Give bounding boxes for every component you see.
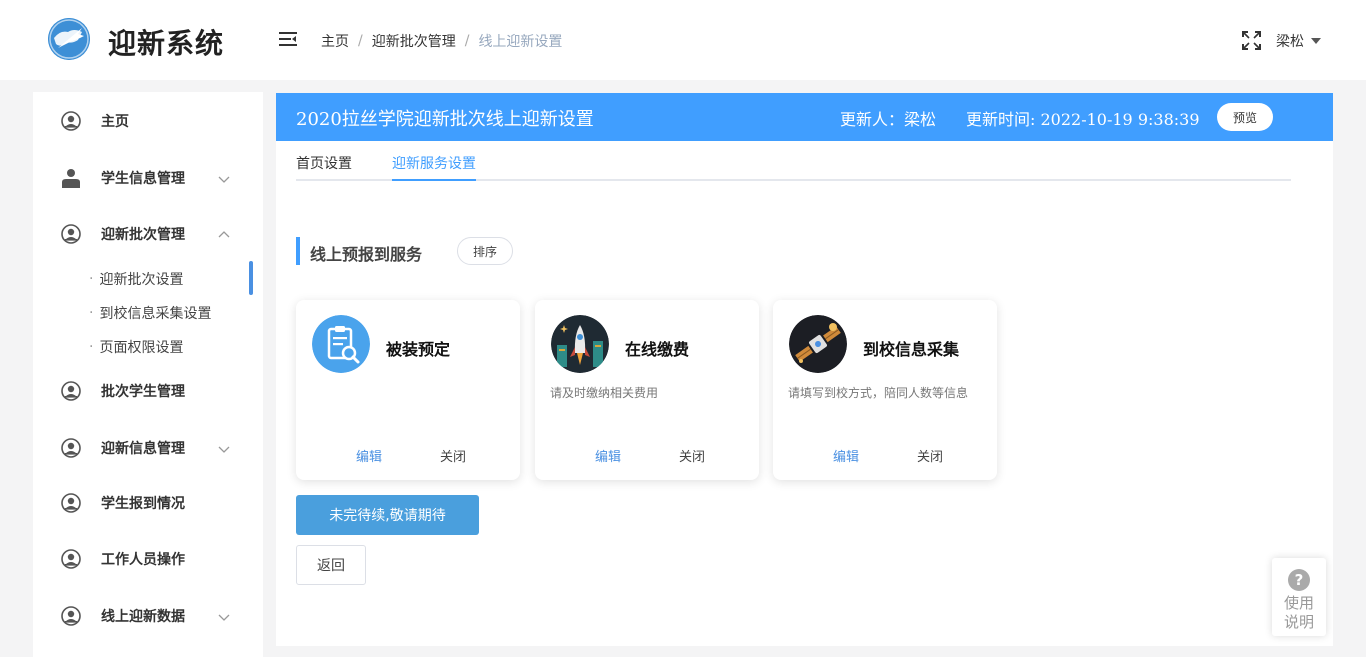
banner-updater: 更新人：梁松 [840,110,937,129]
card-title: 到校信息采集 [863,340,960,359]
sidebar-item-batch-students[interactable]: 批次学生管理 [33,371,263,411]
sidebar-item-online-data[interactable]: 线上迎新数据 [33,596,263,636]
coming-soon-button[interactable]: 未完待续,敬请期待 [296,495,479,535]
chevron-up-icon [217,227,231,241]
rocket-city-icon [551,315,609,373]
sidebar-item-label: 批次学生管理 [101,384,185,400]
fullscreen-icon[interactable] [1242,31,1261,50]
breadcrumb-batch-management[interactable]: 迎新批次管理 [372,31,456,51]
sidebar-item-staff-operations[interactable]: 工作人员操作 [33,539,263,579]
app-title: 迎新系统 [108,27,225,60]
sidebar-item-batch-management[interactable]: 迎新批次管理 [33,214,263,254]
sidebar-subitem-label: 到校信息采集设置 [99,306,212,322]
close-link[interactable]: 关闭 [440,446,466,465]
sidebar-item-student-info[interactable]: 学生信息管理 [33,158,263,198]
section-accent-bar [296,237,300,265]
sidebar-item-label: 主页 [101,114,129,130]
user-circle-icon [61,111,81,131]
card-title: 被装预定 [386,340,451,359]
section-title: 线上预报到服务 [310,245,423,264]
user-menu[interactable]: 梁松 [1276,31,1321,51]
active-indicator [249,261,253,295]
menu-fold-icon[interactable] [279,31,297,47]
edit-link[interactable]: 编辑 [833,446,859,465]
service-card: 到校信息采集 请填写到校方式，陪同人数等信息 编辑 关闭 [773,300,997,480]
user-circle-icon [61,224,81,244]
breadcrumb: 主页 / 迎新批次管理 / 线上迎新设置 [321,31,562,51]
user-circle-icon [61,606,81,626]
breadcrumb-separator: / [358,33,363,49]
sidebar-item-label: 工作人员操作 [101,552,185,568]
sidebar: 主页 学生信息管理 迎新批次管理 · 迎新批次设置 · 到校信息采集设置 · 页面权限… [33,92,263,657]
settings-banner: 2020拉丝学院迎新批次线上迎新设置 更新人：梁松 更新时间: 2022-10-… [276,93,1333,141]
service-card: 被装预定 编辑 关闭 [296,300,520,480]
service-card: 在线缴费 请及时缴纳相关费用 编辑 关闭 [535,300,759,480]
close-link[interactable]: 关闭 [917,446,943,465]
sidebar-item-home[interactable]: 主页 [33,101,263,141]
sidebar-item-label: 学生信息管理 [101,171,185,187]
tab-home-settings[interactable]: 首页设置 [296,153,352,181]
question-mark-icon: ? [1288,569,1310,591]
sidebar-item-label: 线上迎新数据 [101,609,185,625]
main-panel: 2020拉丝学院迎新批次线上迎新设置 更新人：梁松 更新时间: 2022-10-… [276,93,1333,646]
sidebar-item-welcome-info[interactable]: 迎新信息管理 [33,428,263,468]
edit-link[interactable]: 编辑 [595,446,621,465]
sidebar-subitem-batch-settings[interactable]: · 迎新批次设置 [89,269,183,289]
sidebar-item-label: 迎新批次管理 [101,227,185,243]
sidebar-subitem-label: 页面权限设置 [99,340,184,356]
back-button[interactable]: 返回 [296,545,366,585]
caret-down-icon [1311,38,1321,44]
user-circle-icon [61,381,81,401]
sidebar-subitem-label: 迎新批次设置 [99,272,184,288]
sidebar-item-label: 学生报到情况 [101,496,185,512]
sidebar-subitem-arrival-collection[interactable]: · 到校信息采集设置 [89,303,211,323]
settings-tabs: 首页设置 迎新服务设置 [296,141,1291,181]
sidebar-subitem-page-permissions[interactable]: · 页面权限设置 [89,337,183,357]
sort-button[interactable]: 排序 [457,237,513,265]
banner-update-time: 更新时间: 2022-10-19 9:38:39 [966,110,1200,129]
user-circle-icon [61,549,81,569]
close-link[interactable]: 关闭 [679,446,705,465]
card-title: 在线缴费 [625,340,690,359]
user-circle-icon [61,493,81,513]
sidebar-item-arrival-status[interactable]: 学生报到情况 [33,483,263,523]
user-name: 梁松 [1276,34,1304,50]
satellite-icon [789,315,847,373]
banner-title: 2020拉丝学院迎新批次线上迎新设置 [296,109,594,130]
breadcrumb-separator: / [464,33,470,49]
card-description: 请填写到校方式，陪同人数等信息 [788,386,969,400]
sidebar-item-label: 迎新信息管理 [101,441,185,457]
help-widget[interactable]: ? 使用 说明 [1272,558,1326,636]
tab-welcome-service-settings[interactable]: 迎新服务设置 [392,153,476,181]
help-label: 使用 说明 [1283,594,1314,631]
card-description: 请及时缴纳相关费用 [550,386,659,400]
globe-plane-logo [48,18,90,60]
clipboard-search-icon [312,315,370,373]
top-bar: 迎新系统 主页 / 迎新批次管理 / 线上迎新设置 梁松 [0,0,1366,80]
chevron-down-icon [217,171,231,185]
user-circle-icon [61,438,81,458]
breadcrumb-home[interactable]: 主页 [321,31,349,51]
person-icon [61,168,81,188]
chevron-down-icon [217,609,231,623]
breadcrumb-current: 线上迎新设置 [478,34,563,50]
preview-button[interactable]: 预览 [1217,103,1273,131]
edit-link[interactable]: 编辑 [356,446,382,465]
chevron-down-icon [217,441,231,455]
